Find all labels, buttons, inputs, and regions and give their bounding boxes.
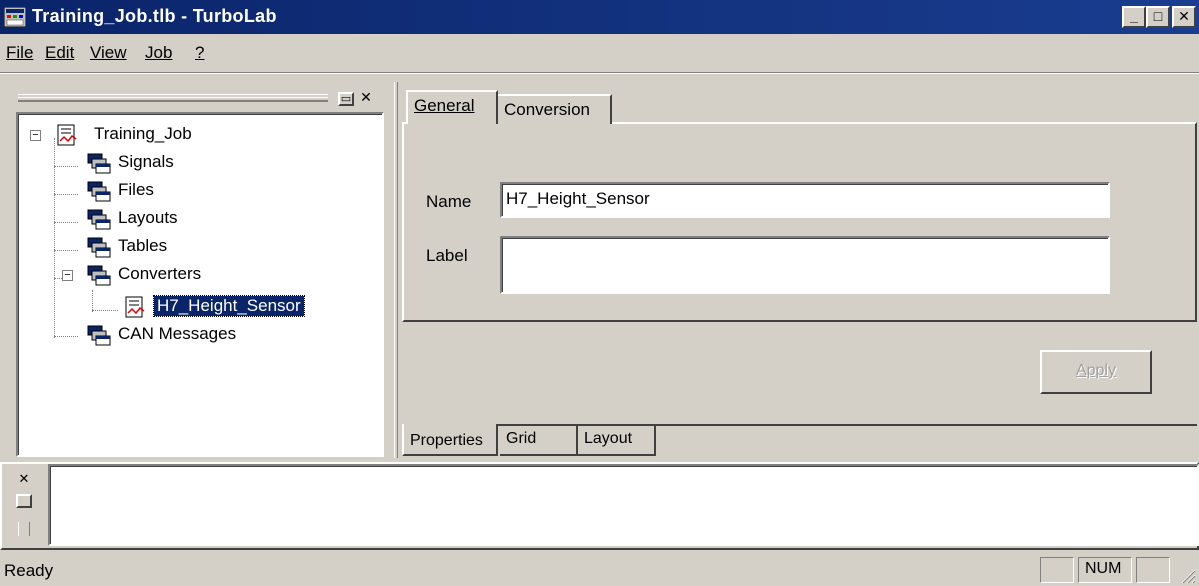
title-bar[interactable]: Training_Job.tlb - TurboLab _ □ ✕ (0, 0, 1199, 34)
tab-grid[interactable]: Grid (500, 426, 578, 456)
close-output-icon[interactable]: ✕ (16, 472, 32, 488)
tree-item-training-job[interactable]: − Training_Job (22, 122, 322, 148)
menu-help[interactable]: ? (195, 43, 204, 63)
resize-grip-icon[interactable] (1178, 566, 1196, 584)
folder-stack-icon (87, 153, 111, 174)
name-label: Name (426, 192, 472, 211)
status-caps (1040, 557, 1074, 583)
name-field[interactable]: H7_Height_Sensor (500, 182, 1110, 218)
tree-item-tables[interactable]: Tables (22, 234, 322, 260)
tree-item-h7-height-sensor[interactable]: H7_Height_Sensor (22, 294, 352, 320)
job-document-icon (57, 124, 77, 146)
collapse-icon[interactable]: − (30, 130, 41, 141)
menu-bar: File Edit View Job ? (0, 37, 1199, 67)
restore-output-icon[interactable] (16, 494, 32, 508)
app-icon (4, 7, 26, 27)
folder-stack-icon (87, 237, 111, 258)
close-panel-icon[interactable]: ✕ (358, 90, 374, 106)
label-label: Label (426, 246, 468, 265)
apply-button[interactable]: Apply (1040, 350, 1152, 394)
status-num: NUM (1078, 557, 1132, 583)
label-field[interactable] (500, 236, 1110, 294)
folder-stack-icon (87, 181, 111, 202)
output-text-area[interactable] (48, 464, 1199, 546)
folder-stack-icon (87, 325, 111, 346)
job-tree[interactable]: − Training_Job Signals Files Layouts Tab… (16, 112, 384, 457)
menu-job[interactable]: Job (145, 43, 172, 63)
tab-conversion[interactable]: Conversion (498, 94, 612, 124)
output-grip[interactable] (18, 522, 30, 536)
tree-item-files[interactable]: Files (22, 178, 322, 204)
menu-separator (0, 72, 1199, 74)
close-button[interactable]: ✕ (1172, 6, 1196, 28)
window-title: Training_Job.tlb - TurboLab (32, 6, 277, 26)
maximize-button[interactable]: □ (1146, 6, 1170, 28)
collapse-icon[interactable]: − (62, 270, 73, 281)
tree-item-converters[interactable]: − Converters (22, 262, 322, 288)
folder-stack-icon (87, 265, 111, 286)
tree-item-layouts[interactable]: Layouts (22, 206, 322, 232)
tree-item-can-messages[interactable]: CAN Messages (22, 322, 322, 348)
panel-grip[interactable] (18, 94, 328, 102)
status-scroll (1136, 557, 1170, 583)
tree-item-signals[interactable]: Signals (22, 150, 322, 176)
status-text: Ready (4, 561, 54, 580)
restore-panel-icon[interactable]: ▭ (338, 92, 354, 106)
tab-layout[interactable]: Layout (578, 426, 656, 456)
menu-file[interactable]: File (6, 43, 33, 63)
tab-general[interactable]: General (406, 90, 498, 124)
menu-edit[interactable]: Edit (45, 43, 74, 63)
tab-properties[interactable]: Properties (402, 424, 498, 456)
minimize-button[interactable]: _ (1122, 6, 1146, 28)
menu-view[interactable]: View (90, 43, 127, 63)
status-bar (0, 554, 1199, 586)
converter-document-icon (125, 296, 145, 318)
folder-stack-icon (87, 209, 111, 230)
general-tab-page: Name H7_Height_Sensor Label (402, 122, 1197, 322)
